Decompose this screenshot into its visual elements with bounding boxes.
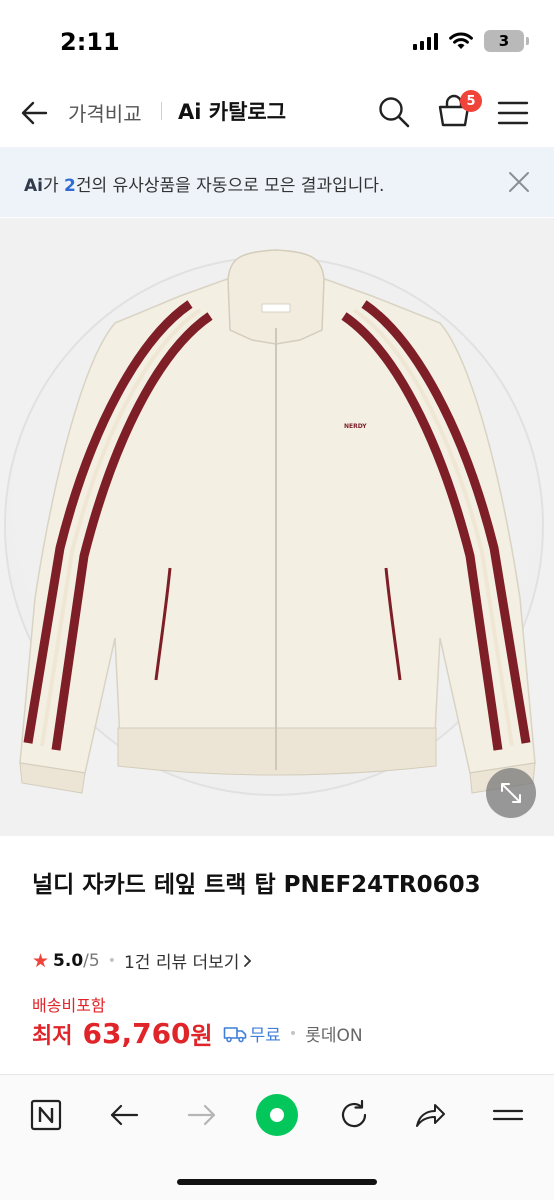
browser-toolbar [0,1075,554,1200]
status-time: 2:11 [60,28,120,56]
close-icon[interactable] [506,169,532,195]
nav-divider [161,102,162,120]
arrow-left-icon [110,1104,139,1126]
review-link[interactable]: 1건 리뷰 더보기 [124,948,239,973]
green-dot-icon [256,1094,298,1136]
menu-icon [492,1109,524,1121]
rating-max: /5 [83,950,100,971]
browser-menu-button[interactable] [488,1095,528,1135]
ai-similar-count: 2 [64,176,76,196]
rating-score: 5.0 [53,950,84,971]
browser-back-button[interactable] [104,1095,144,1135]
top-nav: 가격비교 Ai 카탈로그 5 [0,80,554,146]
nav-breadcrumb-price-compare[interactable]: 가격비교 [68,98,142,127]
browser-refresh-button[interactable] [334,1095,374,1135]
cart-count-badge: 5 [460,90,482,112]
jacket-illustration: NERDY [19,249,536,794]
truck-icon [223,1026,246,1042]
page-title: Ai 카탈로그 [178,100,287,124]
arrow-right-icon [187,1104,216,1126]
separator-dot: • [288,1025,298,1042]
browser-share-button[interactable] [410,1095,450,1135]
browser-forward-button[interactable] [182,1095,222,1135]
svg-text:NERDY: NERDY [344,423,367,430]
wifi-icon [449,32,473,49]
free-shipping-label: 무료 [249,1026,281,1046]
product-title: 널디 자카드 테잎 트랙 탑 PNEF24TR0603 [32,872,481,898]
refresh-icon [341,1099,367,1128]
naver-n-icon [30,1099,62,1131]
price-value: 63,760 [82,1017,191,1050]
ai-catalog-banner: Ai가 2건의 유사상품을 자동으로 모은 결과입니다. [0,147,554,217]
seller-name[interactable]: 롯데ON [305,1021,362,1046]
price-unit: 원 [190,1022,213,1050]
ai-banner-text-part2: 건의 유사상품을 자동으로 모은 결과입니다. [75,176,385,196]
star-icon: ★ [32,949,50,972]
share-icon [416,1104,445,1127]
status-icons: 3 [413,30,529,52]
naver-home-button[interactable] [26,1095,66,1135]
product-image[interactable]: NERDY [0,218,554,836]
naver-green-dot-button[interactable] [255,1093,299,1137]
search-icon[interactable] [376,94,412,130]
price-row: 최저 63,760 원 무료 • 롯데ON [32,1016,363,1051]
status-bar: 2:11 3 [0,0,554,80]
arrow-left-icon[interactable] [18,96,52,130]
battery-indicator: 3 [484,30,529,52]
ai-logo: Ai [24,176,43,196]
rating-row: ★ 5.0 /5 • 1건 리뷰 더보기 [32,948,254,973]
ai-banner-message: Ai가 2건의 유사상품을 자동으로 모은 결과입니다. [24,171,384,196]
separator-dot: • [107,952,116,969]
chevron-right-icon [244,954,252,967]
signal-icon [413,32,438,50]
home-indicator [177,1179,377,1185]
expand-image-button[interactable] [486,768,536,818]
shipping-included-label: 배송비포함 [32,996,106,1015]
expand-icon [501,783,521,803]
price-prefix: 최저 [32,1023,73,1049]
ai-banner-text-part1: 가 [42,176,65,196]
hamburger-menu-icon[interactable] [496,96,530,130]
